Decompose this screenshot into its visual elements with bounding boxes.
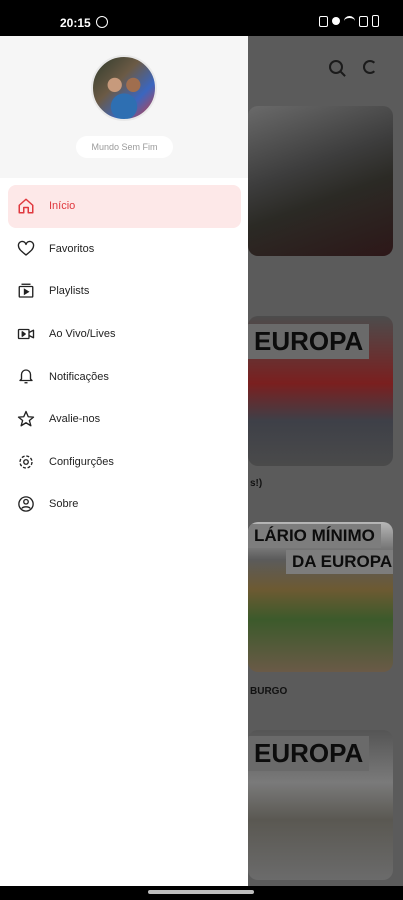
video-caption: BURGO	[250, 686, 288, 697]
background-header-actions	[329, 60, 377, 74]
gear-icon	[17, 453, 35, 471]
menu-item-sobre[interactable]: Sobre	[8, 483, 241, 526]
menu-item-favoritos[interactable]: Favoritos	[8, 228, 241, 271]
thumbnail-text: DA EUROPA	[286, 550, 393, 574]
menu-item-ao-vivo[interactable]: Ao Vivo/Lives	[8, 313, 241, 356]
system-nav-bar	[0, 886, 403, 900]
menu-item-label: Playlists	[49, 285, 90, 298]
navigation-drawer: Mundo Sem Fim Início Favoritos Playlists…	[0, 36, 248, 886]
video-caption: s!)	[250, 478, 263, 489]
battery-icon	[372, 15, 379, 27]
menu-item-label: Início	[49, 200, 76, 213]
channel-name[interactable]: Mundo Sem Fim	[76, 136, 173, 158]
whatsapp-notification-icon	[96, 16, 108, 28]
thumbnail-text: EUROPA	[248, 324, 370, 359]
status-time: 20:15	[60, 16, 91, 30]
video-thumbnail[interactable]: EUROPA	[248, 730, 393, 880]
video-thumbnail[interactable]: LÁRIO MÍNIMO DA EUROPA	[248, 522, 393, 672]
status-icons	[319, 15, 379, 27]
menu-item-inicio[interactable]: Início	[8, 185, 241, 228]
refresh-icon	[363, 60, 377, 74]
menu-item-label: Avalie-nos	[49, 413, 101, 426]
video-thumbnail[interactable]	[248, 106, 393, 256]
home-icon	[17, 197, 35, 215]
info-person-icon	[17, 495, 35, 513]
menu-item-label: Ao Vivo/Lives	[49, 328, 116, 341]
drawer-header: Mundo Sem Fim	[0, 36, 248, 178]
live-video-icon	[17, 325, 35, 343]
bell-icon	[17, 367, 35, 385]
menu-item-label: Favoritos	[49, 242, 95, 255]
thumbnail-text: EUROPA	[248, 736, 370, 771]
avatar[interactable]	[91, 55, 157, 121]
menu-item-notificacoes[interactable]: Notificações	[8, 355, 241, 398]
menu-item-label: Configurções	[49, 455, 114, 468]
bluetooth-icon	[332, 17, 340, 25]
star-icon	[17, 410, 35, 428]
playlist-icon	[17, 282, 35, 300]
menu-item-avalie-nos[interactable]: Avalie-nos	[8, 398, 241, 441]
status-bar: 20:15	[0, 0, 403, 36]
wifi-icon	[344, 16, 355, 26]
thumbnail-text: LÁRIO MÍNIMO	[248, 524, 381, 548]
home-gesture-handle[interactable]	[148, 890, 254, 894]
nfc-icon	[319, 15, 328, 27]
menu-item-label: Sobre	[49, 498, 79, 511]
signal-icon	[359, 15, 368, 27]
heart-icon	[17, 240, 35, 258]
drawer-menu: Início Favoritos Playlists Ao Vivo/Lives…	[0, 178, 248, 526]
search-icon	[329, 60, 343, 74]
menu-item-playlists[interactable]: Playlists	[8, 270, 241, 313]
video-thumbnail[interactable]: EUROPA	[248, 316, 393, 466]
menu-item-label: Notificações	[49, 370, 109, 383]
menu-item-configuracoes[interactable]: Configurções	[8, 441, 241, 484]
